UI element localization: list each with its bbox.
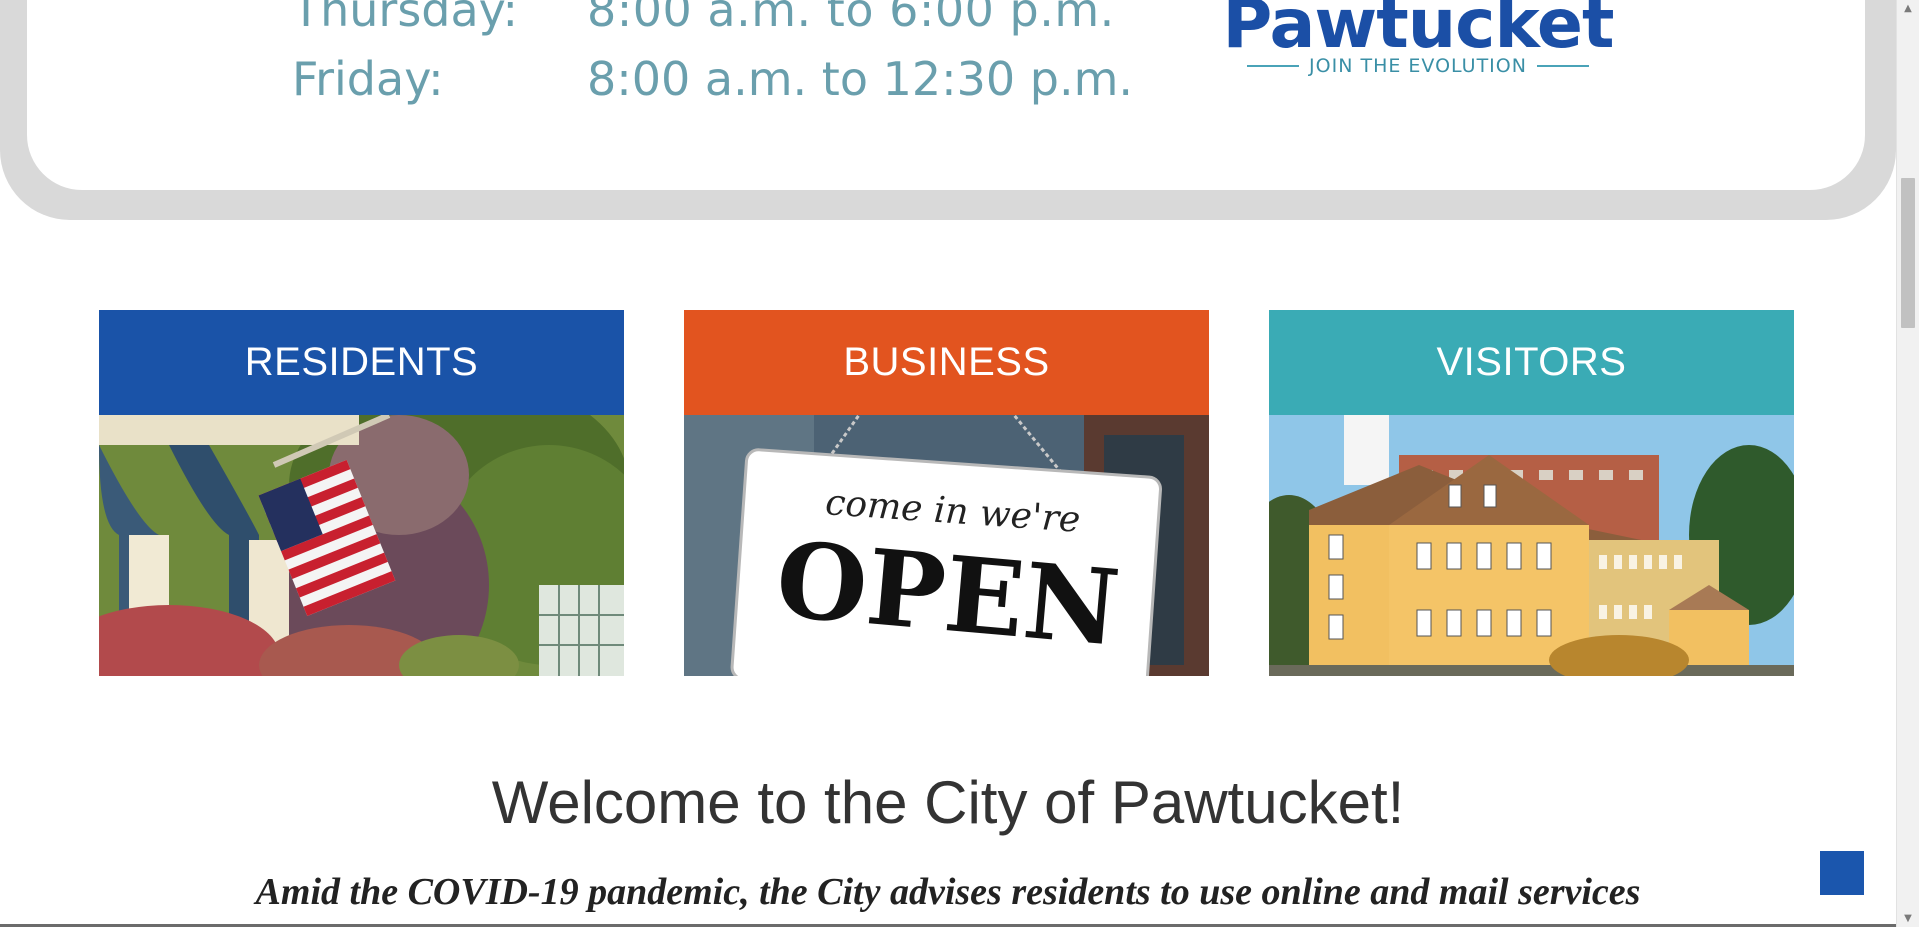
hours-row-thursday: Thursday: 8:00 a.m. to 6:00 p.m.: [292, 0, 1115, 37]
vertical-scrollbar[interactable]: ▲ ▼: [1896, 0, 1919, 927]
hours-day: Thursday:: [292, 0, 519, 37]
logo-tagline-row: JOIN THE EVOLUTION: [1208, 55, 1628, 77]
residents-image[interactable]: [99, 415, 624, 676]
page-viewport: Thursday: 8:00 a.m. to 6:00 p.m. Friday: 8…: [0, 0, 1896, 927]
visitors-card-title[interactable]: VISITORS: [1269, 310, 1794, 415]
back-to-top-button[interactable]: [1820, 851, 1864, 895]
welcome-heading: Welcome to the City of Pawtucket!: [491, 769, 1405, 836]
business-card[interactable]: BUSINESS come in we're OPEN: [684, 310, 1209, 676]
visitors-card[interactable]: VISITORS: [1269, 310, 1794, 676]
tagline-rule-right: [1536, 65, 1589, 67]
scroll-up-arrow-icon[interactable]: ▲: [1897, 0, 1919, 17]
hours-time: 8:00 a.m. to 6:00 p.m.: [587, 0, 1115, 37]
scroll-thumb[interactable]: [1901, 178, 1915, 328]
business-image[interactable]: come in we're OPEN: [684, 415, 1209, 676]
covid-notice: Amid the COVID-19 pandemic, the City adv…: [255, 871, 1641, 913]
logo-tagline: JOIN THE EVOLUTION: [1309, 55, 1527, 77]
hours-day: Friday:: [292, 52, 444, 106]
residents-card[interactable]: RESIDENTS: [99, 310, 624, 676]
house-with-flag-illustration: [99, 415, 624, 676]
hours-row-friday: Friday: 8:00 a.m. to 12:30 p.m.: [292, 52, 1133, 106]
residents-card-title[interactable]: RESIDENTS: [99, 310, 624, 415]
tagline-rule-left: [1247, 65, 1300, 67]
scroll-down-arrow-icon[interactable]: ▼: [1897, 910, 1919, 927]
pawtucket-logo[interactable]: Pawtucket JOIN THE EVOLUTION: [1208, 0, 1628, 95]
historic-mill-illustration: [1269, 415, 1794, 676]
visitors-image[interactable]: [1269, 415, 1794, 676]
business-card-title[interactable]: BUSINESS: [684, 310, 1209, 415]
hours-time: 8:00 a.m. to 12:30 p.m.: [587, 52, 1134, 106]
open-sign-illustration: come in we're OPEN: [684, 415, 1209, 676]
